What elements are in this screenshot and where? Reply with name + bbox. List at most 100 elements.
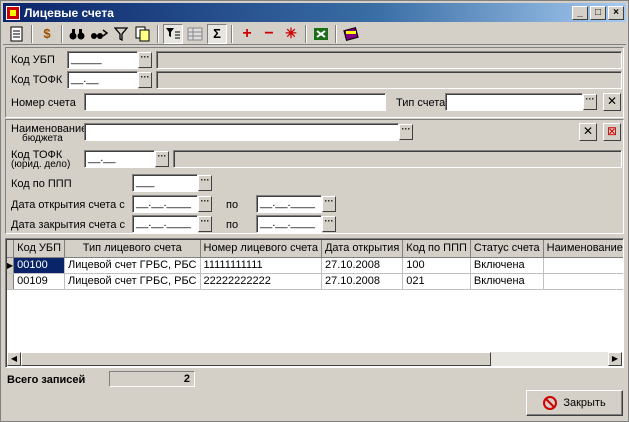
- kod-ppp-lookup-button[interactable]: ···: [198, 175, 212, 191]
- filter-icon[interactable]: [111, 24, 131, 44]
- date-close-to-input[interactable]: __.__.____: [256, 215, 322, 233]
- no-entry-icon: [543, 396, 558, 410]
- col-header-kod-ubp[interactable]: Код УБП: [13, 240, 66, 258]
- money-icon[interactable]: $: [37, 24, 57, 44]
- kod-ppp-input[interactable]: ___: [132, 174, 198, 192]
- filter-panel-top: Код УБП _____ ··· Код ТОФК __.__ ··· Ном…: [5, 47, 624, 118]
- cell-naim-budzheta[interactable]: [543, 257, 623, 274]
- scroll-right-icon[interactable]: ▶: [608, 352, 622, 366]
- new-doc-icon[interactable]: [7, 24, 27, 44]
- cell-kod-ubp[interactable]: 00100: [13, 257, 66, 274]
- minimize-button[interactable]: _: [572, 5, 588, 20]
- nomer-scheta-label: Номер счета: [11, 97, 76, 109]
- col-header-kod-ppp[interactable]: Код по ППП: [402, 240, 471, 258]
- books-icon[interactable]: [341, 24, 361, 44]
- add-icon[interactable]: +: [237, 24, 257, 44]
- cell-naim-budzheta[interactable]: [543, 273, 623, 290]
- table-row[interactable]: ▶ 00100 Лицевой счет ГРБС, РБС 111111111…: [7, 257, 623, 274]
- clear-filter-button[interactable]: ⊠: [603, 123, 621, 141]
- col-header-date-open[interactable]: Дата открытия: [321, 240, 404, 258]
- date-close-label: Дата закрытия счета с: [11, 219, 126, 231]
- kod-tofk-input[interactable]: __.__: [67, 71, 138, 89]
- sum-icon[interactable]: Σ: [207, 23, 227, 44]
- grid-icon[interactable]: [185, 24, 205, 44]
- row-pointer-icon: ▶: [7, 257, 15, 274]
- close-window-button[interactable]: ×: [608, 5, 624, 20]
- grid-header-row: Код УБП Тип лицевого счета Номер лицевог…: [7, 240, 623, 258]
- accounts-table: Код УБП Тип лицевого счета Номер лицевог…: [7, 240, 623, 290]
- scroll-left-icon[interactable]: ◀: [7, 352, 21, 366]
- kod-tofk-yur-name-field: [173, 150, 622, 168]
- kod-ppp-label: Код по ППП: [11, 178, 72, 190]
- maximize-button[interactable]: □: [590, 5, 606, 20]
- cell-kod-ppp[interactable]: 100: [402, 257, 471, 274]
- kod-tofk-yur-input[interactable]: __.__: [84, 150, 155, 168]
- star-icon[interactable]: ✳: [281, 24, 301, 44]
- date-close-to-label: по: [226, 219, 239, 231]
- table-row[interactable]: 00109 Лицевой счет ГРБС, РБС 22222222222…: [7, 273, 623, 290]
- naim-budzheta-label-2: бюджета: [22, 133, 63, 144]
- total-records-label: Всего записей: [7, 374, 86, 386]
- cell-nomer-scheta[interactable]: 22222222222: [200, 273, 322, 290]
- col-header-status[interactable]: Статус счета: [470, 240, 544, 258]
- tip-scheta-label: Тип счета: [396, 97, 446, 109]
- kod-tofk-name-field: [156, 71, 622, 89]
- tip-scheta-input[interactable]: [445, 93, 583, 111]
- cell-date-open[interactable]: 27.10.2008: [321, 257, 404, 274]
- close-button[interactable]: Закрыть: [526, 390, 623, 416]
- date-open-from-button[interactable]: ···: [198, 196, 212, 212]
- kod-tofk-yur-lookup-button[interactable]: ···: [155, 151, 169, 167]
- copy-doc-icon[interactable]: [133, 24, 153, 44]
- scrollbar-thumb[interactable]: [21, 352, 491, 366]
- cell-kod-ubp[interactable]: 00109: [13, 273, 66, 290]
- toolbar: $ Σ + − ✳: [3, 23, 626, 45]
- cell-status[interactable]: Включена: [470, 257, 544, 274]
- kod-ubp-label: Код УБП: [11, 54, 55, 66]
- date-open-to-button[interactable]: ···: [322, 196, 336, 212]
- date-open-to-label: по: [226, 199, 239, 211]
- cell-tip-scheta[interactable]: Лицевой счет ГРБС, РБС: [64, 273, 201, 290]
- total-records-value: 2: [109, 371, 195, 387]
- app-icon: [6, 5, 20, 20]
- kod-ubp-name-field: [156, 51, 622, 69]
- col-header-tip-scheta[interactable]: Тип лицевого счета: [64, 240, 201, 258]
- date-close-from-button[interactable]: ···: [198, 216, 212, 232]
- date-open-to-input[interactable]: __.__.____: [256, 195, 322, 213]
- naim-budzheta-clear-button[interactable]: ✕: [579, 123, 597, 141]
- filter-panel-bottom: Наименование бюджета ··· ✕ ⊠ Код ТОФК (ю…: [5, 119, 624, 234]
- date-open-from-input[interactable]: __.__.____: [132, 195, 198, 213]
- grid-header-indicator: [7, 240, 15, 258]
- excel-icon[interactable]: [311, 24, 331, 44]
- kod-ubp-input[interactable]: _____: [67, 51, 138, 69]
- accounts-grid[interactable]: Код УБП Тип лицевого счета Номер лицевог…: [5, 238, 624, 368]
- kod-tofk-lookup-button[interactable]: ···: [138, 72, 152, 88]
- filter-toggle-icon[interactable]: [163, 23, 183, 44]
- close-button-label: Закрыть: [563, 397, 606, 409]
- naim-budzheta-input[interactable]: [84, 123, 399, 141]
- date-close-to-button[interactable]: ···: [322, 216, 336, 232]
- binoculars-icon[interactable]: [67, 24, 87, 44]
- row-indicator: [7, 273, 15, 290]
- cell-tip-scheta[interactable]: Лицевой счет ГРБС, РБС: [64, 257, 201, 274]
- cell-status[interactable]: Включена: [470, 273, 544, 290]
- kod-tofk-yur-label-2: (юрид. дело): [11, 159, 71, 170]
- main-window: Лицевые счета _ □ × $ Σ + − ✳ Код УБП __…: [0, 0, 629, 422]
- tip-scheta-clear-button[interactable]: ✕: [603, 93, 621, 111]
- find-next-icon[interactable]: [89, 24, 109, 44]
- nomer-scheta-input[interactable]: [84, 93, 386, 111]
- remove-icon[interactable]: −: [259, 24, 279, 44]
- naim-budzheta-lookup-button[interactable]: ···: [399, 124, 413, 140]
- cell-date-open[interactable]: 27.10.2008: [321, 273, 404, 290]
- date-close-from-input[interactable]: __.__.____: [132, 215, 198, 233]
- col-header-nomer-scheta[interactable]: Номер лицевого счета: [200, 240, 322, 258]
- date-open-label: Дата открытия счета с: [11, 199, 125, 211]
- kod-tofk-label: Код ТОФК: [11, 74, 63, 86]
- title-bar[interactable]: Лицевые счета _ □ ×: [3, 3, 626, 22]
- cell-nomer-scheta[interactable]: 11111111111: [200, 257, 322, 274]
- window-title: Лицевые счета: [24, 5, 114, 20]
- cell-kod-ppp[interactable]: 021: [402, 273, 471, 290]
- horizontal-scrollbar[interactable]: ◀ ▶: [7, 352, 622, 366]
- col-header-naim-budzheta[interactable]: Наименование бюджета: [543, 240, 623, 258]
- kod-ubp-lookup-button[interactable]: ···: [138, 52, 152, 68]
- tip-scheta-lookup-button[interactable]: ···: [583, 94, 597, 110]
